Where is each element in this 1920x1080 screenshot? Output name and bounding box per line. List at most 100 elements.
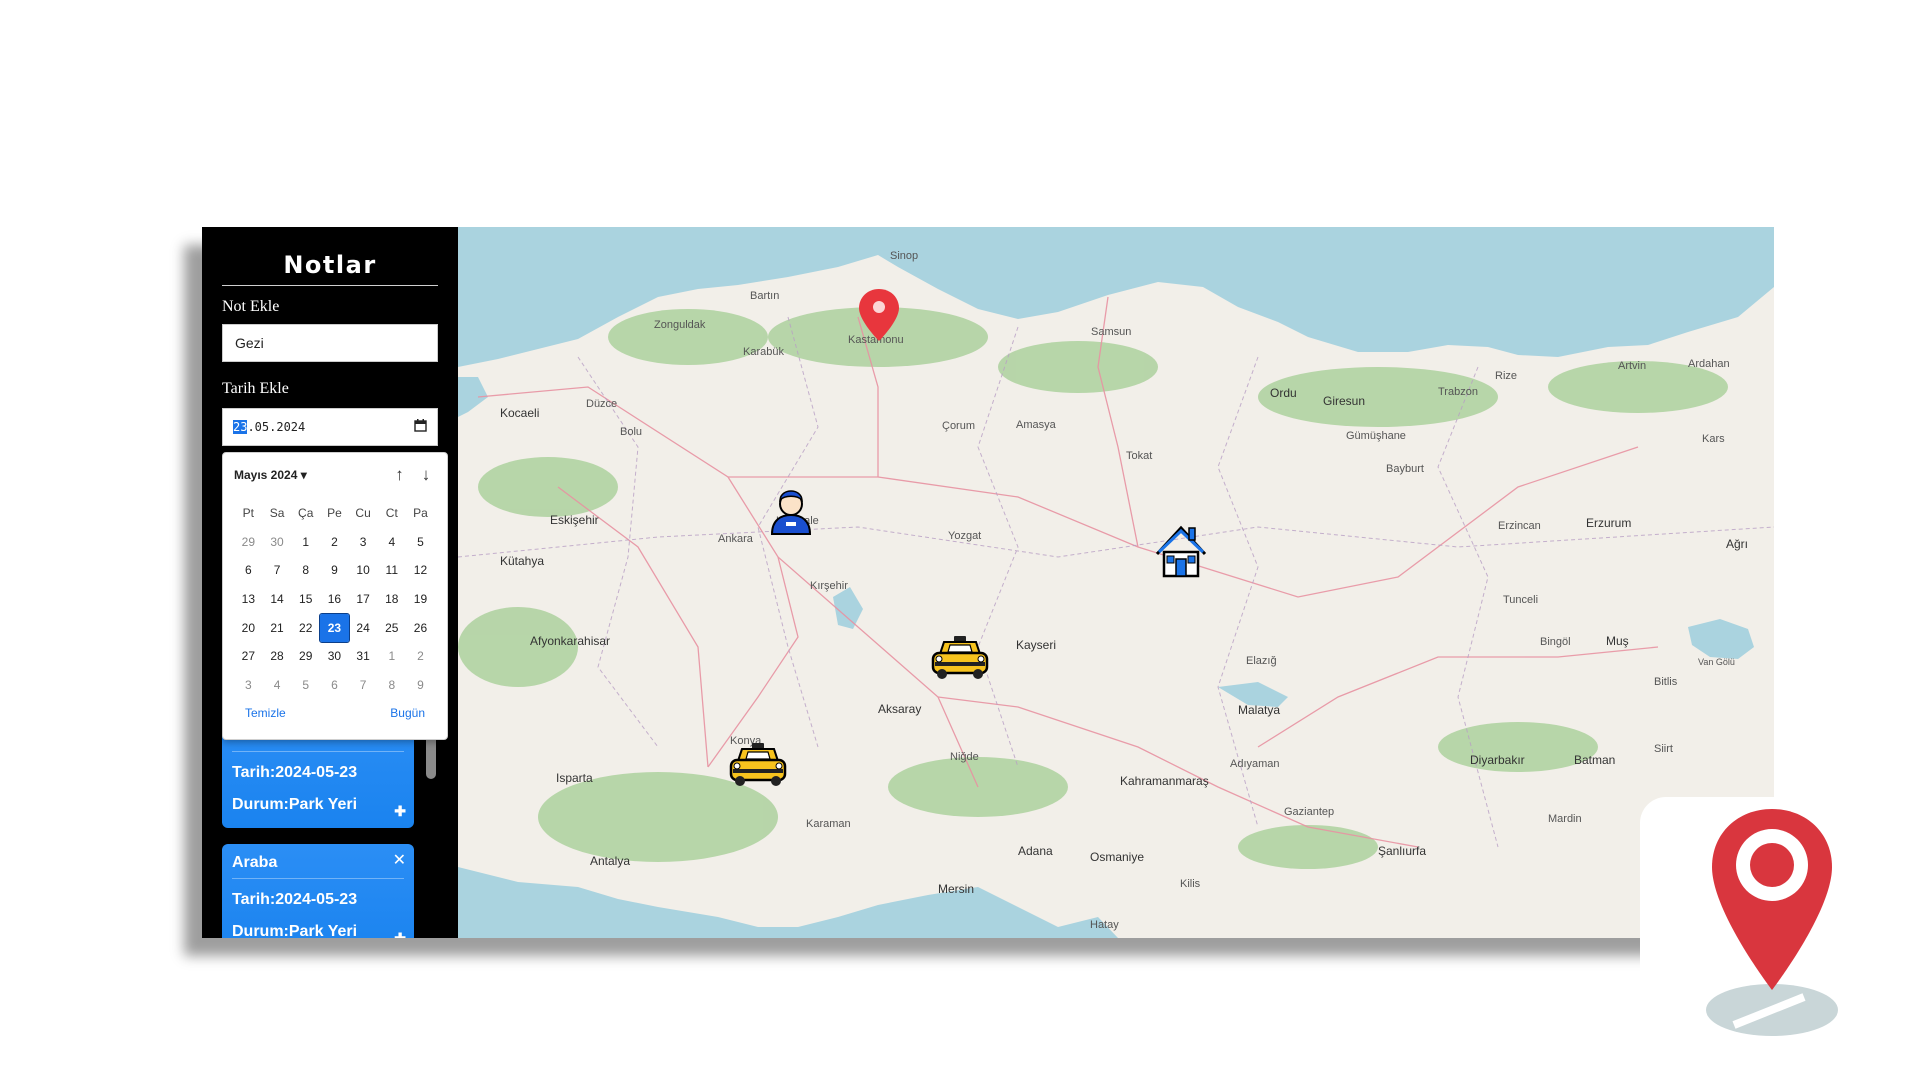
map-label: Erzincan xyxy=(1498,520,1541,532)
calendar-day[interactable]: 30 xyxy=(263,528,292,557)
calendar-day[interactable]: 5 xyxy=(291,671,320,700)
calendar-day[interactable]: 6 xyxy=(234,556,263,585)
clear-button[interactable]: Temizle xyxy=(245,706,286,720)
map-label: Isparta xyxy=(556,771,593,785)
date-label: Tarih Ekle xyxy=(222,380,289,397)
calendar-day[interactable]: 31 xyxy=(349,642,378,671)
date-rest-segment[interactable]: .05.2024 xyxy=(247,420,305,434)
calendar-day[interactable]: 2 xyxy=(406,642,435,671)
map-label: Kahramanmaraş xyxy=(1120,774,1209,788)
calendar-day[interactable]: 29 xyxy=(291,642,320,671)
map-label: Gaziantep xyxy=(1284,806,1334,818)
map-label: Antalya xyxy=(590,854,630,868)
map-label: Artvin xyxy=(1618,360,1646,372)
calendar-day[interactable]: 4 xyxy=(377,528,406,557)
map-label: Bayburt xyxy=(1386,463,1424,475)
calendar-day[interactable]: 8 xyxy=(291,556,320,585)
map-label: Adana xyxy=(1018,844,1053,858)
month-select[interactable]: Mayıs 2024 ▾ xyxy=(234,468,307,482)
calendar-day[interactable]: 8 xyxy=(377,671,406,700)
map-label: Bartın xyxy=(750,290,779,302)
map-label: Kilis xyxy=(1180,878,1201,890)
note-status: Durum:Park Yeri xyxy=(232,796,358,813)
note-date: Tarih:2024-05-23 xyxy=(232,891,358,908)
calendar-day[interactable]: 9 xyxy=(320,556,349,585)
note-card[interactable]: Araba Tarih:2024-05-23 Durum:Park Yeri ✕… xyxy=(222,844,414,938)
arrow-down-icon[interactable]: ↓ xyxy=(415,465,437,485)
map-label: Amasya xyxy=(1016,419,1057,431)
calendar-day[interactable]: 1 xyxy=(377,642,406,671)
calendar-day[interactable]: 7 xyxy=(349,671,378,700)
calendar-day[interactable]: 16 xyxy=(320,585,349,614)
map-label: Yozgat xyxy=(948,530,981,542)
calendar-day[interactable]: 24 xyxy=(349,614,378,643)
pin-icon[interactable]: ✚ xyxy=(394,930,406,938)
note-input[interactable]: Gezi xyxy=(222,324,438,362)
calendar-day[interactable]: 15 xyxy=(291,585,320,614)
calendar-day[interactable]: 27 xyxy=(234,642,263,671)
calendar-day[interactable]: 6 xyxy=(320,671,349,700)
calendar-day[interactable]: 4 xyxy=(263,671,292,700)
calendar-day[interactable]: 25 xyxy=(377,614,406,643)
map-view[interactable]: Sinop Bartın Zonguldak Karabük Kastamonu… xyxy=(458,227,1774,938)
calendar-day[interactable]: 9 xyxy=(406,671,435,700)
note-status: Durum:Park Yeri xyxy=(232,923,358,938)
calendar-day[interactable]: 17 xyxy=(349,585,378,614)
map-label: Mersin xyxy=(938,882,974,896)
map-label: Karabük xyxy=(743,346,784,358)
calendar-day[interactable]: 29 xyxy=(234,528,263,557)
today-button[interactable]: Bugün xyxy=(390,706,425,720)
map-label: Bingöl xyxy=(1540,636,1571,648)
calendar-day[interactable]: 22 xyxy=(291,614,320,643)
close-icon[interactable]: ✕ xyxy=(393,850,406,870)
map-label: Muş xyxy=(1606,634,1629,648)
calendar-day[interactable]: 11 xyxy=(377,556,406,585)
calendar-icon[interactable] xyxy=(414,419,427,435)
calendar-day[interactable]: 3 xyxy=(349,528,378,557)
map-label: Osmaniye xyxy=(1090,850,1144,864)
map-label: Kocaeli xyxy=(500,406,539,420)
map-label: Düzce xyxy=(586,398,617,410)
map-canvas[interactable]: Sinop Bartın Zonguldak Karabük Kastamonu… xyxy=(458,227,1774,938)
map-label: Mardin xyxy=(1548,813,1582,825)
calendar-day[interactable]: 13 xyxy=(234,585,263,614)
calendar-day-selected[interactable]: 23 xyxy=(319,612,350,644)
calendar-day[interactable]: 12 xyxy=(406,556,435,585)
calendar-day[interactable]: 20 xyxy=(234,614,263,643)
map-label: Kırşehir xyxy=(810,580,848,592)
title-divider xyxy=(222,285,438,286)
date-input[interactable]: 23.05.2024 xyxy=(222,408,438,446)
calendar-day[interactable]: 18 xyxy=(377,585,406,614)
calendar-day[interactable]: 30 xyxy=(320,642,349,671)
map-label: Elazığ xyxy=(1246,655,1277,667)
calendar-day[interactable]: 1 xyxy=(291,528,320,557)
map-label: Ardahan xyxy=(1688,358,1730,370)
calendar-day[interactable]: 26 xyxy=(406,614,435,643)
calendar-day[interactable]: 10 xyxy=(349,556,378,585)
map-label: Çorum xyxy=(942,420,975,432)
map-label: Niğde xyxy=(950,751,979,763)
calendar-grid: Pt Sa Ça Pe Cu Ct Pa 29 30 1 2 3 4 5 6 7… xyxy=(234,499,447,700)
date-day-segment[interactable]: 23 xyxy=(233,420,248,434)
calendar-day[interactable]: 21 xyxy=(263,614,292,643)
calendar-day[interactable]: 2 xyxy=(320,528,349,557)
map-label: Siirt xyxy=(1654,743,1673,755)
app-logo-card xyxy=(1640,797,1880,1047)
map-label: Trabzon xyxy=(1438,386,1478,398)
arrow-up-icon[interactable]: ↑ xyxy=(389,465,411,485)
map-label: Batman xyxy=(1574,753,1615,767)
notes-list: Araba-2 Tarih:2024-05-23 Durum:Park Yeri… xyxy=(222,717,422,938)
calendar-day[interactable]: 7 xyxy=(263,556,292,585)
map-label: Bolu xyxy=(620,426,642,438)
calendar-day[interactable]: 14 xyxy=(263,585,292,614)
map-label: Afyonkarahisar xyxy=(530,634,610,648)
pin-icon[interactable]: ✚ xyxy=(394,803,406,820)
map-label: Hatay xyxy=(1090,919,1119,931)
weekday-label: Pa xyxy=(413,506,428,520)
calendar-day[interactable]: 5 xyxy=(406,528,435,557)
map-label: Kayseri xyxy=(1016,638,1056,652)
calendar-day[interactable]: 28 xyxy=(263,642,292,671)
map-label: Diyarbakır xyxy=(1470,753,1525,767)
calendar-day[interactable]: 19 xyxy=(406,585,435,614)
calendar-day[interactable]: 3 xyxy=(234,671,263,700)
